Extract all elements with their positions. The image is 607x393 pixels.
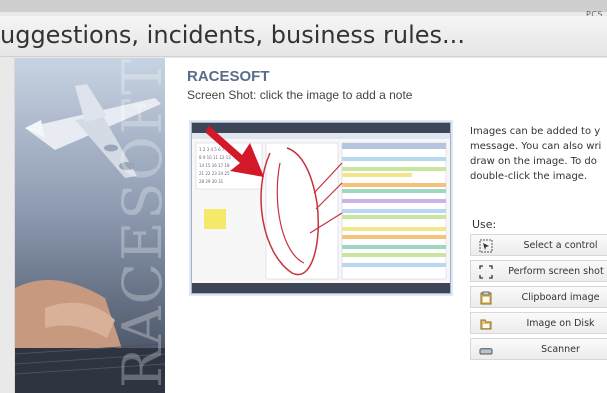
option-label: Clipboard image [521,292,600,303]
scanner-button[interactable]: Scanner [470,338,607,360]
screen-shot-hint: Screen Shot: click the image to add a no… [187,88,413,102]
select-control-icon [479,239,493,253]
disk-image-icon [480,319,492,330]
image-on-disk-button[interactable]: Image on Disk [470,312,607,334]
banner-title: uggestions, incidents, business rules... [0,21,465,49]
info-line: message. You can also wri [470,141,602,152]
red-arrow-icon [206,125,264,177]
info-line: Images can be added to y [470,126,601,137]
app-window: PCS uggestions, incidents, business rule… [0,0,607,393]
screen-shot-button[interactable]: Perform screen shot n [470,260,607,282]
select-control-button[interactable]: Select a control [470,234,607,256]
info-line: draw on the image. To do [470,156,597,167]
info-line: double-click the image. [470,171,588,182]
screen-shot-icon [479,265,493,279]
side-watermark: RACESOFT [111,58,165,388]
option-label: Perform screen shot n [508,266,607,277]
option-label: Scanner [541,344,580,355]
top-strip [0,0,607,12]
scanner-icon [479,348,493,355]
clipboard-icon [480,291,492,305]
option-label: Image on Disk [526,318,595,329]
clipboard-image-button[interactable]: Clipboard image [470,286,607,308]
screenshot-preview[interactable]: 1 2 3 4 5 6 7 8 9 10 11 12 13 14 15 16 1… [191,122,451,294]
brand-title: RACESOFT [187,68,270,85]
info-text: Images can be added to y message. You ca… [470,124,607,184]
option-label: Select a control [523,240,598,251]
content-panel: RACESOFT RACESOFT Screen Shot: click the… [14,58,607,393]
title-banner: uggestions, incidents, business rules... [0,16,607,57]
side-photo: RACESOFT [15,58,165,393]
use-label: Use: [472,218,497,231]
